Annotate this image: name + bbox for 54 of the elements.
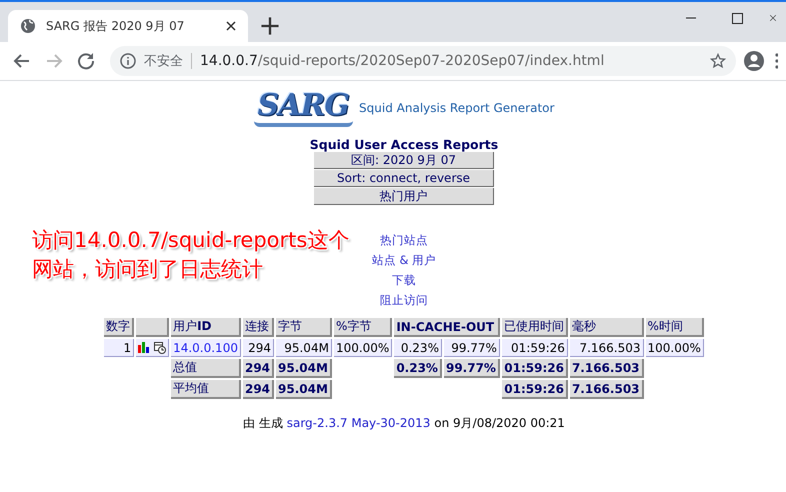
browser-tab[interactable]: SARG 报告 2020 9月 07 — [8, 10, 248, 42]
table-cell: 7.166.503 — [570, 359, 644, 378]
info-icon[interactable] — [120, 53, 136, 69]
star-icon[interactable] — [710, 53, 726, 69]
column-header: 字节 — [276, 318, 332, 337]
row-label: 总值 — [171, 359, 241, 378]
column-header: %时间 — [646, 318, 704, 337]
subtitle: Squid Analysis Report Generator — [359, 101, 554, 115]
table-cell: 294 — [242, 359, 274, 378]
info-row: 热门用户 — [314, 188, 494, 205]
calendar-clock-icon[interactable] — [154, 342, 166, 354]
column-header: 已使用时间 — [502, 318, 568, 337]
info-row: 区间: 2020 9月 07 — [314, 152, 494, 169]
table-cell: 01:59:26 — [502, 380, 568, 399]
report-title: Squid User Access Reports — [310, 137, 498, 152]
address-bar[interactable]: 不安全 14.0.0.7/squid-reports/2020Sep07-2020Sep07/index.html — [110, 46, 736, 76]
table-cell: 1 — [104, 339, 134, 357]
table-cell: 95.04M — [276, 359, 332, 378]
nav-link[interactable]: 热门站点 — [380, 233, 428, 248]
footer-text: 由 生成 sarg-2.3.7 May-30-2013 on 9月/08/2020 00:21 — [243, 415, 565, 432]
column-header: IN-CACHE-OUT — [394, 318, 500, 337]
nav-link[interactable]: 下载 — [392, 273, 416, 288]
bar-chart-icon[interactable] — [138, 342, 150, 353]
user-link[interactable]: 14.0.0.100 — [171, 339, 241, 357]
column-header: 数字 — [104, 318, 134, 337]
table-cell: 100.00% — [334, 339, 392, 357]
table-cell: 01:59:26 — [502, 339, 568, 357]
close-icon[interactable] — [226, 21, 236, 31]
table-cell: 01:59:26 — [502, 359, 568, 378]
table-cell: 95.04M — [276, 380, 332, 399]
column-header: 连接 — [242, 318, 274, 337]
column-header: 用户ID — [171, 318, 241, 337]
row-label: 平均值 — [171, 380, 241, 399]
version-link[interactable]: sarg-2.3.7 May-30-2013 — [286, 416, 430, 430]
table-cell: 0.23% — [394, 339, 442, 357]
logo: SARG — [254, 89, 354, 127]
annotation-text: 访问14.0.0.7/squid-reports这个 — [32, 227, 350, 254]
table-cell: 100.00% — [646, 339, 704, 357]
table-cell: 99.77% — [444, 339, 500, 357]
table-cell: 95.04M — [276, 339, 332, 357]
table-cell: 99.77% — [444, 359, 500, 378]
column-header: 毫秒 — [570, 318, 644, 337]
nav-link[interactable]: 阻止访问 — [380, 293, 428, 308]
nav-link[interactable]: 站点 & 用户 — [372, 253, 436, 268]
table-cell: 294 — [242, 380, 274, 399]
new-tab-icon[interactable] — [260, 16, 280, 36]
table-cell: 7.166.503 — [570, 339, 644, 357]
table-cell: 7.166.503 — [570, 380, 644, 399]
table-cell: 294 — [242, 339, 274, 357]
annotation-text: 网站，访问到了日志统计 — [32, 256, 264, 283]
table-cell: 0.23% — [394, 359, 442, 378]
globe-icon — [20, 18, 36, 34]
column-header: %字节 — [334, 318, 392, 337]
info-row: Sort: connect, reverse — [314, 170, 494, 187]
